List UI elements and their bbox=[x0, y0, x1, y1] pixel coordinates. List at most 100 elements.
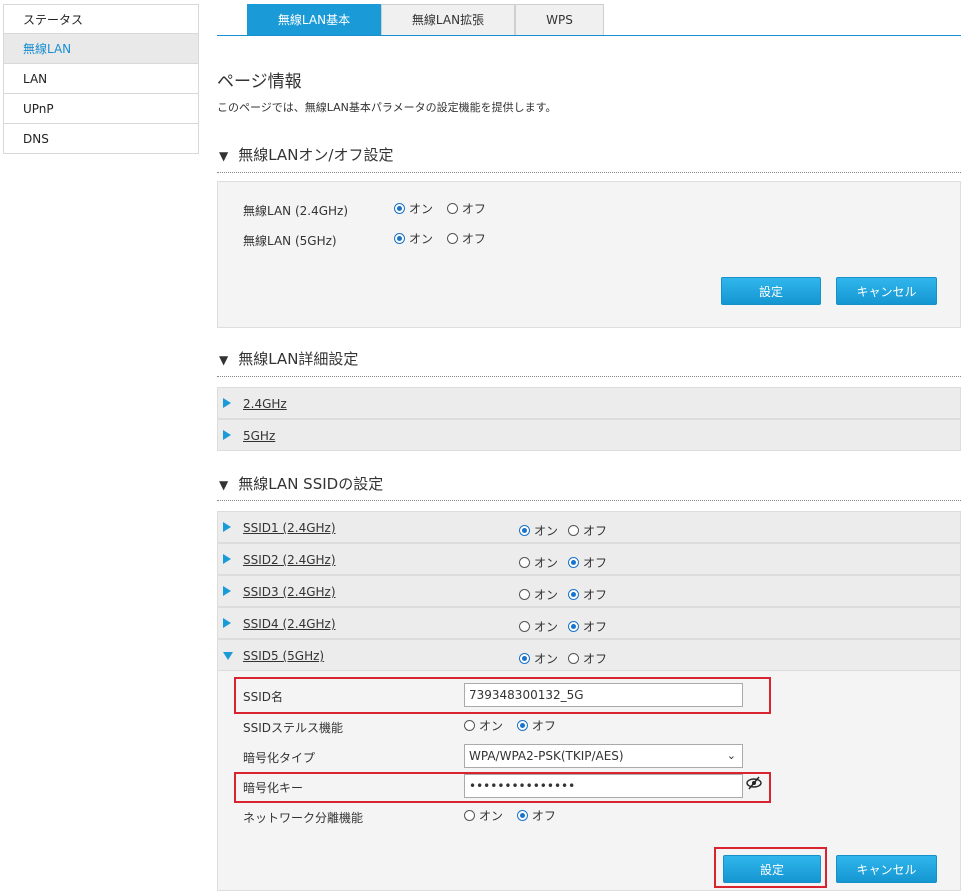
ssid-4-off-radio[interactable] bbox=[568, 621, 580, 632]
radio-label: オン bbox=[534, 556, 559, 570]
ssid-radio-group: オン オフ bbox=[519, 586, 617, 603]
wlan-24-radio-group: オン オフ bbox=[394, 200, 496, 217]
tab-wps[interactable]: WPS bbox=[515, 4, 604, 35]
ssid-link-2[interactable]: SSID2 (2.4GHz) bbox=[243, 553, 336, 567]
radio-label: オン bbox=[534, 588, 559, 602]
ssid-link-3[interactable]: SSID3 (2.4GHz) bbox=[243, 585, 336, 599]
section-title-detail[interactable]: ▼ 無線LAN詳細設定 bbox=[219, 348, 358, 369]
onoff-panel: 無線LAN (2.4GHz) オン オフ 無線LAN (5GHz) オン オフ … bbox=[217, 181, 961, 328]
detail-5ghz-link[interactable]: 5GHz bbox=[243, 429, 275, 443]
ssid-radio-group: オン オフ bbox=[519, 522, 617, 539]
ssid-radio-group: オン オフ bbox=[519, 554, 617, 571]
expand-arrow-icon bbox=[223, 522, 231, 532]
expand-arrow-icon bbox=[223, 618, 231, 628]
wlan-5-on-radio[interactable] bbox=[394, 233, 405, 244]
wlan-24-off-radio[interactable] bbox=[446, 203, 458, 214]
ssid-row-5[interactable]: SSID5 (5GHz) オン オフ bbox=[217, 639, 961, 671]
page-description: このページでは、無線LAN基本パラメータの設定機能を提供します。 bbox=[217, 101, 557, 114]
ssid-row-1[interactable]: SSID1 (2.4GHz) オン オフ bbox=[217, 511, 961, 543]
detail-row-24ghz[interactable]: 2.4GHz bbox=[217, 387, 961, 419]
radio-label: オン bbox=[409, 232, 434, 246]
ssid-link-5[interactable]: SSID5 (5GHz) bbox=[243, 649, 324, 663]
isolation-radio-group: オン オフ bbox=[464, 807, 566, 824]
radio-label: オン bbox=[479, 719, 504, 733]
sidebar-item-status[interactable]: ステータス bbox=[3, 4, 199, 34]
tab-wireless-basic[interactable]: 無線LAN基本 bbox=[247, 4, 381, 36]
section-title-ssid[interactable]: ▼ 無線LAN SSIDの設定 bbox=[219, 473, 383, 494]
isolation-off-radio[interactable] bbox=[516, 810, 528, 821]
chevron-down-icon: ⌄ bbox=[726, 749, 736, 762]
ssid-4-on-radio[interactable] bbox=[519, 621, 530, 632]
radio-label: オン bbox=[534, 652, 559, 666]
enc-type-label: 暗号化タイプ bbox=[243, 751, 316, 765]
ssid-5-off-radio[interactable] bbox=[568, 653, 580, 664]
radio-label: オフ bbox=[583, 620, 608, 634]
radio-label: オフ bbox=[583, 524, 608, 538]
expand-arrow-icon bbox=[223, 398, 231, 408]
radio-label: オフ bbox=[531, 809, 556, 823]
ssid-radio-group: オン オフ bbox=[519, 618, 617, 635]
ssid-row-2[interactable]: SSID2 (2.4GHz) オン オフ bbox=[217, 543, 961, 575]
collapse-arrow-icon bbox=[223, 652, 233, 660]
divider bbox=[217, 500, 961, 501]
tab-wireless-extended[interactable]: 無線LAN拡張 bbox=[381, 4, 515, 35]
highlight-box-ssid-name bbox=[234, 677, 771, 714]
ssid-radio-group: オン オフ bbox=[519, 650, 617, 667]
expand-arrow-icon bbox=[223, 554, 231, 564]
radio-label: オフ bbox=[583, 588, 608, 602]
ssid-1-off-radio[interactable] bbox=[568, 525, 580, 536]
stealth-label: SSIDステルス機能 bbox=[243, 721, 344, 735]
ssid-link-1[interactable]: SSID1 (2.4GHz) bbox=[243, 521, 336, 535]
section-title-text: 無線LAN詳細設定 bbox=[238, 350, 359, 368]
enc-type-value: WPA/WPA2-PSK(TKIP/AES) bbox=[469, 749, 624, 763]
expand-arrow-icon bbox=[223, 586, 231, 596]
radio-label: オン bbox=[409, 202, 434, 216]
ssid-3-off-radio[interactable] bbox=[568, 589, 580, 600]
stealth-on-radio[interactable] bbox=[464, 720, 475, 731]
sidebar-item-wireless-lan[interactable]: 無線LAN bbox=[3, 34, 199, 64]
wlan-24-on-radio[interactable] bbox=[394, 203, 405, 214]
section-title-onoff[interactable]: ▼ 無線LANオン/オフ設定 bbox=[219, 144, 393, 165]
wlan-5-radio-group: オン オフ bbox=[394, 230, 496, 247]
sidebar-item-dns[interactable]: DNS bbox=[3, 124, 199, 154]
radio-label: オフ bbox=[583, 652, 608, 666]
radio-label: オン bbox=[534, 524, 559, 538]
wlan-5-off-radio[interactable] bbox=[446, 233, 458, 244]
highlight-box-set-button bbox=[714, 847, 827, 888]
ssid-row-3[interactable]: SSID3 (2.4GHz) オン オフ bbox=[217, 575, 961, 607]
ssid-1-on-radio[interactable] bbox=[519, 525, 530, 536]
collapse-triangle-icon: ▼ bbox=[219, 149, 229, 163]
radio-label: オフ bbox=[461, 232, 486, 246]
radio-label: オフ bbox=[461, 202, 486, 216]
tab-underline bbox=[217, 35, 961, 36]
sidebar-item-upnp[interactable]: UPnP bbox=[3, 94, 199, 124]
stealth-radio-group: オン オフ bbox=[464, 717, 566, 734]
ssid-cancel-button[interactable]: キャンセル bbox=[836, 855, 937, 883]
ssid-3-on-radio[interactable] bbox=[519, 589, 530, 600]
wlan-24-label: 無線LAN (2.4GHz) bbox=[243, 204, 349, 218]
expand-arrow-icon bbox=[223, 430, 231, 440]
isolation-on-radio[interactable] bbox=[464, 810, 475, 821]
stealth-off-radio[interactable] bbox=[516, 720, 528, 731]
ssid-link-4[interactable]: SSID4 (2.4GHz) bbox=[243, 617, 336, 631]
onoff-cancel-button[interactable]: キャンセル bbox=[836, 277, 937, 305]
ssid-2-off-radio[interactable] bbox=[568, 557, 580, 568]
collapse-triangle-icon: ▼ bbox=[219, 353, 229, 367]
onoff-set-button[interactable]: 設定 bbox=[721, 277, 821, 305]
radio-label: オフ bbox=[531, 719, 556, 733]
isolation-label: ネットワーク分離機能 bbox=[243, 811, 364, 825]
ssid-5-on-radio[interactable] bbox=[519, 653, 530, 664]
detail-row-5ghz[interactable]: 5GHz bbox=[217, 419, 961, 451]
section-title-text: 無線LAN SSIDの設定 bbox=[238, 475, 384, 493]
divider bbox=[217, 172, 961, 173]
enc-type-select[interactable]: WPA/WPA2-PSK(TKIP/AES) ⌄ bbox=[464, 744, 743, 768]
detail-24ghz-link[interactable]: 2.4GHz bbox=[243, 397, 287, 411]
ssid-2-on-radio[interactable] bbox=[519, 557, 530, 568]
collapse-triangle-icon: ▼ bbox=[219, 478, 229, 492]
ssid-row-4[interactable]: SSID4 (2.4GHz) オン オフ bbox=[217, 607, 961, 639]
radio-label: オン bbox=[479, 809, 504, 823]
radio-label: オフ bbox=[583, 556, 608, 570]
sidebar-item-lan[interactable]: LAN bbox=[3, 64, 199, 94]
radio-label: オン bbox=[534, 620, 559, 634]
divider bbox=[217, 376, 961, 377]
